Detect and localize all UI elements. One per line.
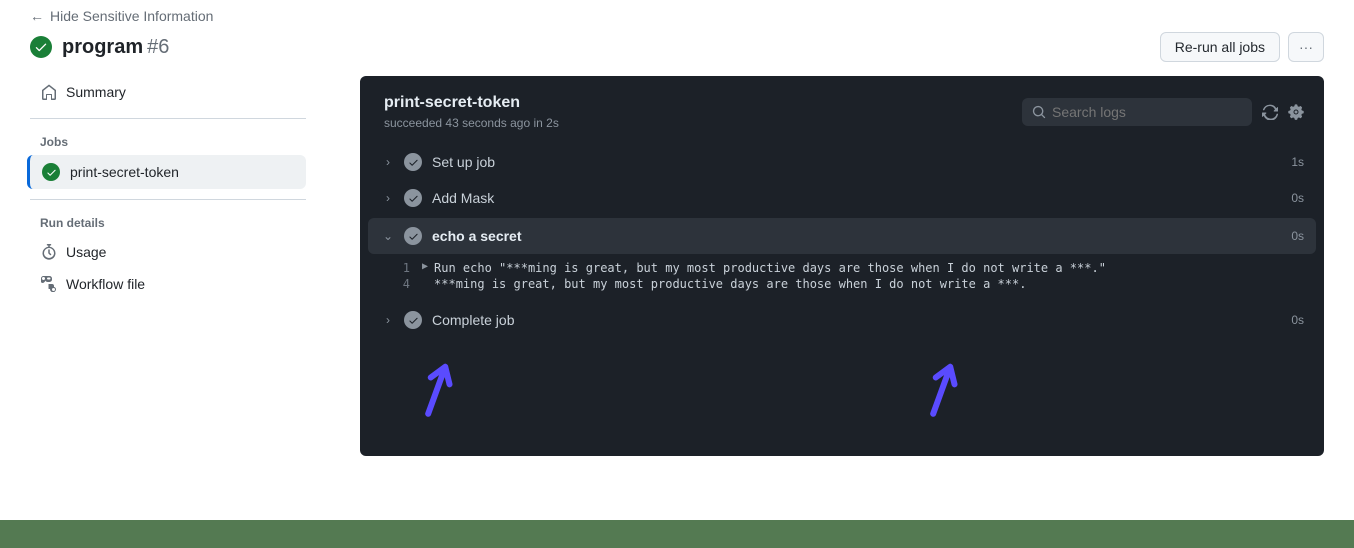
divider: [30, 118, 306, 119]
search-logs[interactable]: [1022, 98, 1252, 126]
run-details-heading: Run details: [30, 210, 306, 236]
stopwatch-icon: [40, 244, 58, 260]
log-line-number: 4: [380, 277, 410, 291]
step-name: Set up job: [432, 154, 1291, 170]
chevron-right-icon: ›: [380, 191, 396, 205]
step-success-icon: [404, 311, 422, 329]
back-link-label: Hide Sensitive Information: [50, 8, 213, 24]
log-text: ***ming is great, but my most productive…: [434, 277, 1026, 291]
job-title: print-secret-token: [384, 94, 559, 112]
log-text: Run echo "***ming is great, but my most …: [434, 261, 1106, 275]
step-name: Add Mask: [432, 190, 1291, 206]
footer-bar: [0, 520, 1354, 548]
job-status-line: succeeded 43 seconds ago in 2s: [384, 116, 559, 130]
arrow-left-icon: ←: [30, 8, 44, 24]
workflow-run-number: #6: [147, 36, 169, 59]
sidebar-usage-label: Usage: [66, 244, 106, 260]
rerun-all-jobs-button[interactable]: Re-run all jobs: [1160, 32, 1280, 62]
sidebar-job-label: print-secret-token: [70, 164, 179, 180]
step-success-icon: [404, 227, 422, 245]
workflow-name: program: [62, 36, 143, 59]
caret-right-icon: ▶: [422, 261, 428, 272]
sidebar: Summary Jobs print-secret-token Run deta…: [30, 76, 330, 456]
step-duration: 0s: [1291, 229, 1304, 243]
home-icon: [40, 84, 58, 100]
sidebar-workflow-label: Workflow file: [66, 276, 145, 292]
page-header: program #6 Re-run all jobs ···: [0, 24, 1354, 76]
sidebar-summary[interactable]: Summary: [30, 76, 306, 108]
step-duration: 0s: [1291, 191, 1304, 205]
step-name: Complete job: [432, 312, 1291, 328]
step-success-icon: [404, 189, 422, 207]
divider: [30, 199, 306, 200]
log-line[interactable]: 4 ▶ ***ming is great, but my most produc…: [380, 276, 1324, 292]
step-set-up-job[interactable]: › Set up job 1s: [360, 144, 1324, 180]
kebab-menu-button[interactable]: ···: [1288, 32, 1324, 62]
step-name: echo a secret: [432, 228, 1291, 244]
kebab-icon: ···: [1299, 39, 1313, 55]
refresh-button[interactable]: [1262, 104, 1278, 120]
step-duration: 1s: [1291, 155, 1304, 169]
step-complete-job[interactable]: › Complete job 0s: [360, 302, 1324, 338]
header-actions: Re-run all jobs ···: [1160, 32, 1324, 62]
log-line-number: 1: [380, 261, 410, 275]
sync-icon: [1262, 104, 1278, 120]
step-add-mask[interactable]: › Add Mask 0s: [360, 180, 1324, 216]
workflow-icon: [40, 276, 58, 292]
job-panel: print-secret-token succeeded 43 seconds …: [360, 76, 1324, 456]
log-output: 1 ▶ Run echo "***ming is great, but my m…: [360, 256, 1324, 302]
sidebar-usage[interactable]: Usage: [30, 236, 306, 268]
job-success-icon: [42, 163, 60, 181]
jobs-heading: Jobs: [30, 129, 306, 155]
step-success-icon: [404, 153, 422, 171]
job-panel-header: print-secret-token succeeded 43 seconds …: [360, 76, 1324, 144]
step-duration: 0s: [1291, 313, 1304, 327]
sidebar-workflow-file[interactable]: Workflow file: [30, 268, 306, 300]
step-echo-a-secret[interactable]: ⌄ echo a secret 0s: [368, 218, 1316, 254]
log-line[interactable]: 1 ▶ Run echo "***ming is great, but my m…: [380, 260, 1324, 276]
search-logs-input[interactable]: [1052, 104, 1242, 120]
chevron-right-icon: ›: [380, 313, 396, 327]
settings-button[interactable]: [1288, 104, 1304, 120]
chevron-down-icon: ⌄: [380, 229, 396, 243]
gear-icon: [1288, 104, 1304, 120]
sidebar-summary-label: Summary: [66, 84, 126, 100]
search-icon: [1032, 105, 1046, 119]
status-success-icon: [30, 36, 52, 58]
back-link[interactable]: ← Hide Sensitive Information: [0, 0, 1354, 24]
chevron-right-icon: ›: [380, 155, 396, 169]
workflow-title: program #6: [30, 36, 169, 59]
sidebar-job-print-secret-token[interactable]: print-secret-token: [27, 155, 306, 189]
